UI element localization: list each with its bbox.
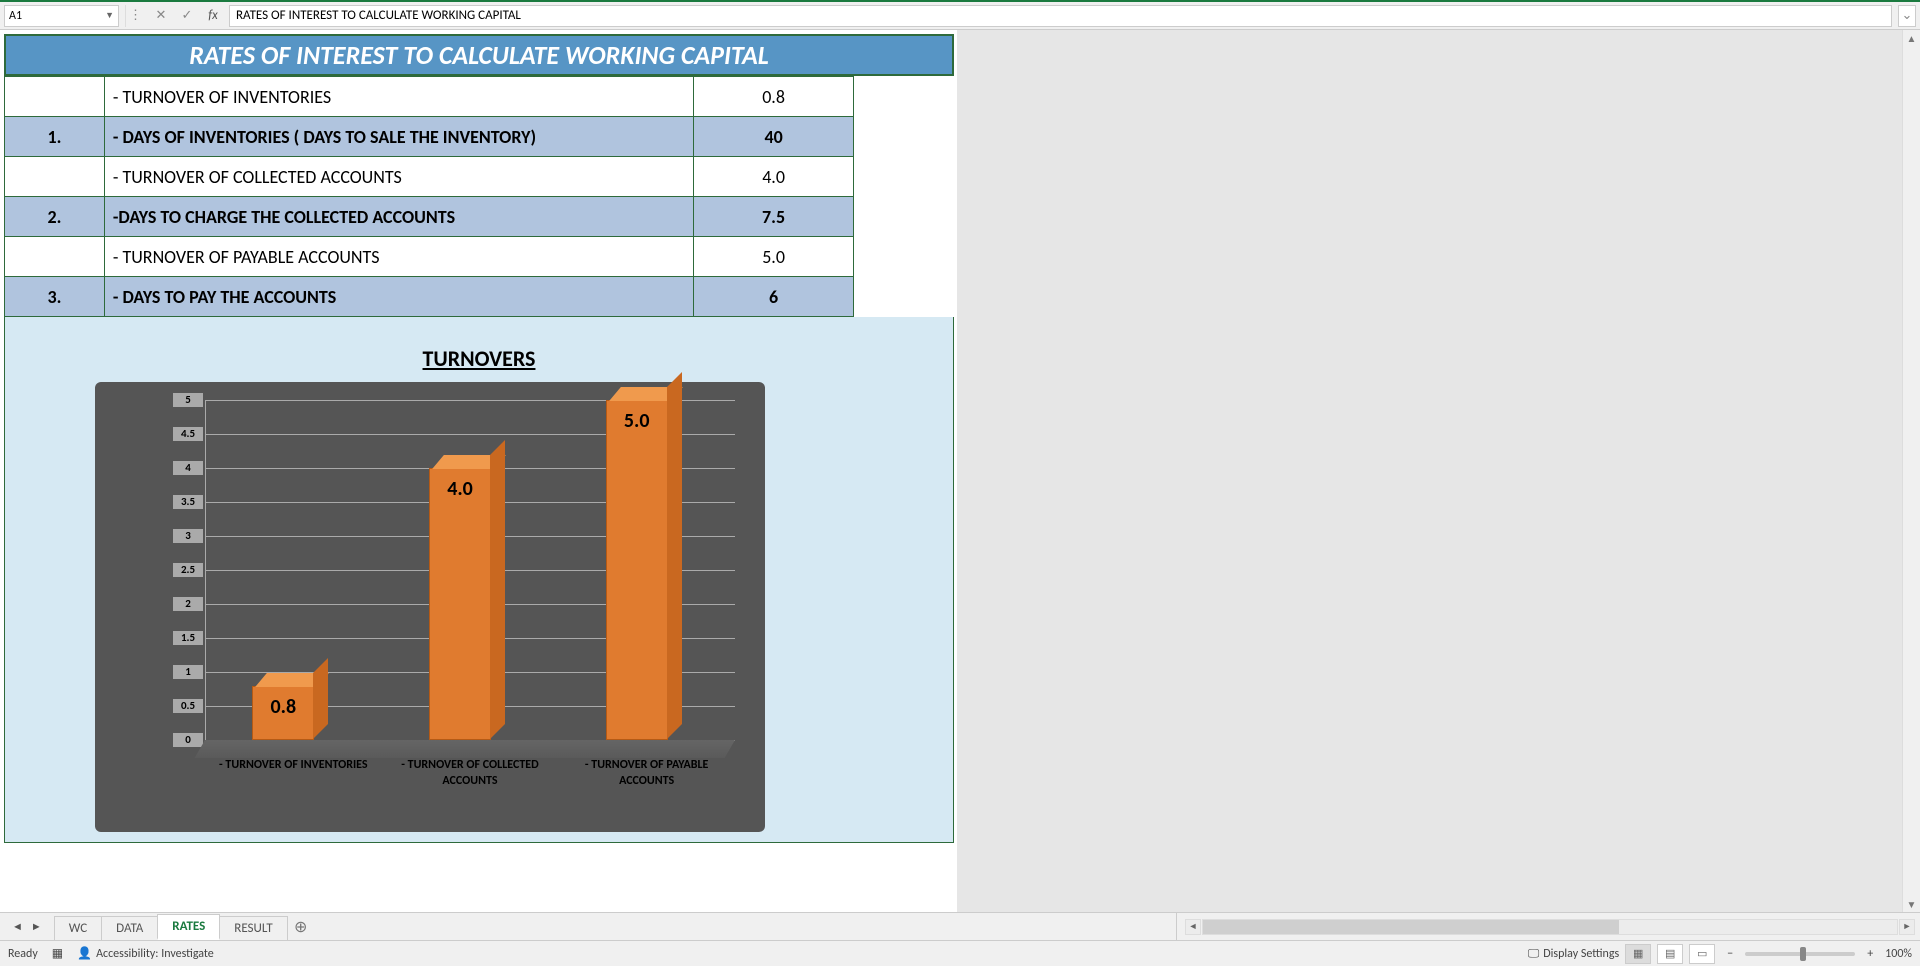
category-label: - TURNOVER OF COLLECTED ACCOUNTS [382, 758, 559, 789]
y-tick-label: 4 [173, 461, 203, 475]
row-number[interactable]: 2. [5, 197, 105, 237]
chart-floor [195, 740, 735, 758]
fx-icon[interactable]: fx [203, 5, 223, 27]
chart-title: TURNOVERS [5, 345, 953, 372]
chart-plot-area: 0.8 4.0 5.0 [205, 400, 735, 740]
y-tick-label: 4.5 [173, 427, 203, 441]
chart-category-labels: - TURNOVER OF INVENTORIES- TURNOVER OF C… [205, 758, 735, 789]
bar-value-label: 5.0 [607, 409, 667, 433]
row-label[interactable]: - DAYS TO PAY THE ACCOUNTS [104, 277, 693, 317]
view-normal-icon[interactable]: ▦ [1625, 944, 1651, 964]
hscroll-left-icon[interactable]: ◄ [1185, 919, 1201, 935]
formula-expand-icon[interactable]: ⌄ [1898, 5, 1916, 27]
tab-nav: ◄ ► [0, 913, 54, 940]
y-tick-label: 2 [173, 597, 203, 611]
name-box[interactable]: A1 ▼ [4, 5, 119, 27]
chart-region: TURNOVERS 0 0.5 1 1.5 2 2.5 3 3.5 4 4.5 5 0.8 4.0 5.… [4, 317, 954, 843]
y-tick-label: 3.5 [173, 495, 203, 509]
table-row[interactable]: 1.- DAYS OF INVENTORIES ( DAYS TO SALE T… [5, 117, 854, 157]
row-number[interactable] [5, 237, 105, 277]
y-tick-label: 1 [173, 665, 203, 679]
zoom-out-button[interactable]: − [1721, 947, 1739, 961]
y-tick-label: 0.5 [173, 699, 203, 713]
view-page-break-icon[interactable]: ▭ [1689, 944, 1715, 964]
table-row[interactable]: - TURNOVER OF COLLECTED ACCOUNTS4.0 [5, 157, 854, 197]
zoom-level[interactable]: 100% [1885, 947, 1912, 961]
accessibility-status[interactable]: Accessibility: Investigate [77, 946, 214, 961]
zoom-thumb[interactable] [1800, 947, 1806, 961]
row-value[interactable]: 6 [694, 277, 854, 317]
display-settings-button[interactable]: 🖵Display Settings [1528, 947, 1619, 961]
row-value[interactable]: 0.8 [694, 77, 854, 117]
formula-more-icon[interactable]: ⋮ [125, 5, 145, 27]
row-label[interactable]: - TURNOVER OF PAYABLE ACCOUNTS [104, 237, 693, 277]
status-ready: Ready [8, 947, 38, 961]
tab-next-icon[interactable]: ► [31, 920, 42, 933]
row-label[interactable]: -DAYS TO CHARGE THE COLLECTED ACCOUNTS [104, 197, 693, 237]
row-number[interactable]: 3. [5, 277, 105, 317]
row-value[interactable]: 7.5 [694, 197, 854, 237]
zoom-in-button[interactable]: + [1861, 947, 1879, 961]
row-label[interactable]: - DAYS OF INVENTORIES ( DAYS TO SALE THE… [104, 117, 693, 157]
table-row[interactable]: 3.- DAYS TO PAY THE ACCOUNTS6 [5, 277, 854, 317]
row-value[interactable]: 4.0 [694, 157, 854, 197]
bar-value-label: 0.8 [253, 695, 313, 719]
hscroll-thumb[interactable] [1203, 920, 1619, 934]
y-tick-label: 5 [173, 393, 203, 407]
horizontal-scrollbar[interactable]: ◄ ► [1180, 913, 1920, 940]
formula-bar: A1 ▼ ⋮ ✕ ✓ fx RATES OF INTEREST TO CALCU… [0, 0, 1920, 30]
hscroll-right-icon[interactable]: ► [1899, 919, 1915, 935]
hscroll-track[interactable] [1202, 919, 1898, 935]
row-number[interactable] [5, 157, 105, 197]
row-value[interactable]: 40 [694, 117, 854, 157]
bar-value-label: 4.0 [430, 477, 490, 501]
empty-pane[interactable] [957, 30, 1902, 912]
tab-prev-icon[interactable]: ◄ [12, 920, 23, 933]
table-row[interactable]: 2.-DAYS TO CHARGE THE COLLECTED ACCOUNTS… [5, 197, 854, 237]
row-value[interactable]: 5.0 [694, 237, 854, 277]
chart-bar: 0.8 [252, 686, 314, 740]
table-row[interactable]: - TURNOVER OF PAYABLE ACCOUNTS5.0 [5, 237, 854, 277]
sheet-tab-result[interactable]: RESULT [219, 916, 287, 940]
sheet-title[interactable]: RATES OF INTEREST TO CALCULATE WORKING C… [4, 34, 954, 76]
y-tick-label: 2.5 [173, 563, 203, 577]
row-label[interactable]: - TURNOVER OF INVENTORIES [104, 77, 693, 117]
add-sheet-button[interactable]: ⊕ [287, 913, 315, 940]
sheet-tab-wc[interactable]: WC [54, 916, 102, 940]
category-label: - TURNOVER OF INVENTORIES [205, 758, 382, 789]
sheet-tab-data[interactable]: DATA [101, 916, 158, 940]
chart-box[interactable]: 0 0.5 1 1.5 2 2.5 3 3.5 4 4.5 5 0.8 4.0 5.0 - TURNOV… [95, 382, 765, 832]
chart-bar: 5.0 [606, 400, 668, 740]
category-label: - TURNOVER OF PAYABLE ACCOUNTS [558, 758, 735, 789]
chart-y-axis: 00.511.522.533.544.55 [173, 400, 203, 740]
rates-table: - TURNOVER OF INVENTORIES0.81.- DAYS OF … [4, 76, 854, 317]
formula-input[interactable]: RATES OF INTEREST TO CALCULATE WORKING C… [229, 5, 1892, 27]
scroll-down-icon[interactable]: ▼ [1903, 896, 1920, 912]
row-number[interactable] [5, 77, 105, 117]
chart-bar: 4.0 [429, 468, 491, 740]
chevron-down-icon[interactable]: ▼ [105, 10, 114, 21]
y-tick-label: 3 [173, 529, 203, 543]
formula-text: RATES OF INTEREST TO CALCULATE WORKING C… [236, 8, 521, 23]
sheet-tab-rates[interactable]: RATES [157, 914, 220, 940]
main-area: RATES OF INTEREST TO CALCULATE WORKING C… [0, 30, 1920, 912]
row-label[interactable]: - TURNOVER OF COLLECTED ACCOUNTS [104, 157, 693, 197]
accept-icon[interactable]: ✓ [177, 5, 197, 27]
table-row[interactable]: - TURNOVER OF INVENTORIES0.8 [5, 77, 854, 117]
sheet-tabs: WCDATARATESRESULT [54, 913, 287, 940]
y-tick-label: 0 [173, 733, 203, 747]
scroll-up-icon[interactable]: ▲ [1903, 30, 1920, 46]
status-bar: Ready ▦ Accessibility: Investigate 🖵Disp… [0, 940, 1920, 966]
zoom-slider[interactable] [1745, 952, 1855, 956]
cell-reference: A1 [9, 9, 22, 23]
y-tick-label: 1.5 [173, 631, 203, 645]
vertical-scrollbar[interactable]: ▲ ▼ [1902, 30, 1920, 912]
record-macro-icon[interactable]: ▦ [52, 946, 63, 961]
row-number[interactable]: 1. [5, 117, 105, 157]
cancel-icon[interactable]: ✕ [151, 5, 171, 27]
sheet-pane[interactable]: RATES OF INTEREST TO CALCULATE WORKING C… [0, 30, 957, 912]
view-page-layout-icon[interactable]: ▤ [1657, 944, 1683, 964]
sheet-tabs-bar: ◄ ► WCDATARATESRESULT ⊕ ◄ ► [0, 912, 1920, 940]
